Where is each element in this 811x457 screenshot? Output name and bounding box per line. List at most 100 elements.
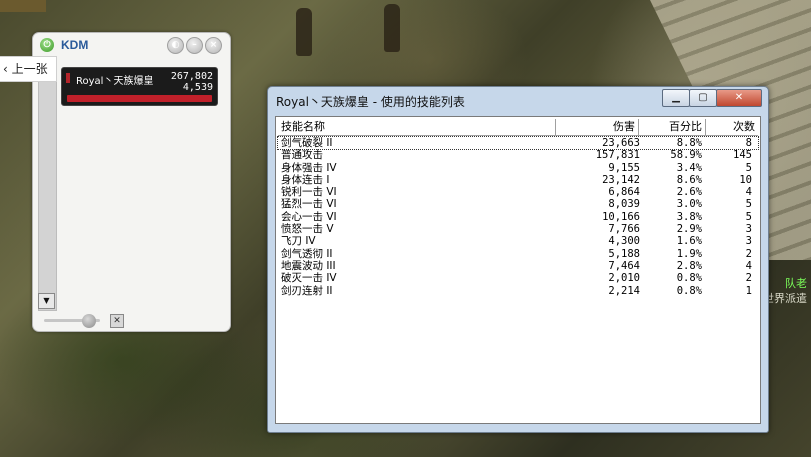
skill-name: 破灭一击 IV: [281, 272, 337, 285]
skill-percent: 2.9%: [676, 223, 702, 236]
table-row[interactable]: 会心一击 VI 10,166 3.8% 5: [278, 211, 758, 223]
skill-name: 身体连击 I: [281, 173, 330, 186]
skill-count: 1: [745, 284, 752, 297]
skill-name: 剑刃连射 II: [281, 284, 333, 297]
table-row[interactable]: 身体强击 IV 9,155 3.4% 5: [278, 162, 758, 174]
background-chat-line: 队老: [785, 277, 807, 290]
table-row[interactable]: 锐利一击 VI 6,864 2.6% 4: [278, 186, 758, 198]
skill-count: 5: [745, 210, 752, 223]
kdm-title: KDM: [61, 38, 89, 52]
prev-image-label: 上一张: [11, 62, 48, 76]
kdm-panel: ⏻ KDM ◐ – × ▼ Royal丶天族爆皇 267,802 4,539 ✕: [32, 32, 231, 332]
player-total-damage: 267,802: [170, 71, 213, 82]
skill-name: 身体强击 IV: [281, 161, 337, 174]
skill-damage: 6,864: [608, 186, 640, 199]
skill-count: 145: [733, 149, 752, 162]
table-row[interactable]: 剑气破裂 II 23,663 8.8% 8: [277, 135, 759, 151]
skill-percent: 8.8%: [676, 137, 702, 149]
skill-damage: 9,155: [608, 161, 640, 174]
skill-list-window: Royal丶天族爆皇 - 使用的技能列表 ▁ ▢ ✕ 技能名称 伤害 百分比 次…: [267, 86, 769, 433]
skill-name: 锐利一击 VI: [281, 186, 337, 199]
skill-count: 2: [745, 247, 752, 260]
skill-percent: 2.8%: [676, 259, 702, 272]
table-row[interactable]: 剑气透彻 II 5,188 1.9% 2: [278, 248, 758, 260]
kdm-close-button[interactable]: ×: [205, 37, 222, 54]
skill-table: 技能名称 伤害 百分比 次数 剑气破裂 II 23,663 8.8% 8 普通攻击 157…: [275, 116, 761, 424]
damage-bar: [67, 95, 212, 102]
skill-damage: 2,010: [608, 272, 640, 285]
table-row[interactable]: 愤怒一击 V 7,766 2.9% 3: [278, 223, 758, 235]
skill-damage: 2,214: [608, 284, 640, 297]
skill-percent: 3.4%: [676, 161, 702, 174]
skill-name: 猛烈一击 VI: [281, 198, 337, 211]
table-row[interactable]: 猛烈一击 VI 8,039 3.0% 5: [278, 198, 758, 210]
skill-damage: 5,188: [608, 247, 640, 260]
table-row[interactable]: 破灭一击 IV 2,010 0.8% 2: [278, 272, 758, 284]
player-marker: [66, 73, 70, 83]
minimize-button[interactable]: ▁: [662, 89, 690, 107]
kdm-settings-button[interactable]: ◐: [167, 37, 184, 54]
player-dps: 4,539: [182, 82, 213, 93]
opacity-slider-knob[interactable]: [82, 314, 96, 328]
skill-percent: 3.0%: [676, 198, 702, 211]
skill-percent: 3.8%: [676, 210, 702, 223]
skill-damage: 7,464: [608, 259, 640, 272]
chevron-left-icon: ‹: [3, 62, 8, 76]
player-damage-card[interactable]: Royal丶天族爆皇 267,802 4,539: [61, 67, 218, 106]
player-name: Royal丶天族爆皇: [76, 76, 154, 87]
scroll-down-icon[interactable]: ▼: [38, 293, 55, 309]
table-row[interactable]: 剑刃连射 II 2,214 0.8% 1: [278, 285, 758, 297]
skill-name: 剑气透彻 II: [281, 247, 333, 260]
table-row[interactable]: 飞刀 IV 4,300 1.6% 3: [278, 235, 758, 247]
close-button[interactable]: ✕: [716, 89, 762, 107]
background-chat-line: 世界派遣: [763, 292, 807, 305]
skill-percent: 2.6%: [676, 186, 702, 199]
skill-damage: 7,766: [608, 223, 640, 236]
background-character: [384, 4, 400, 52]
prev-image-button[interactable]: ‹ 上一张: [0, 56, 57, 82]
skill-damage: 23,663: [602, 137, 640, 149]
skill-count: 5: [745, 198, 752, 211]
skill-name: 飞刀 IV: [281, 235, 316, 248]
skill-count: 10: [739, 173, 752, 186]
window-title: Royal丶天族爆皇 - 使用的技能列表: [276, 95, 465, 109]
table-row[interactable]: 地震波动 III 7,464 2.8% 4: [278, 260, 758, 272]
kdm-reset-button[interactable]: ✕: [110, 314, 124, 328]
power-icon[interactable]: ⏻: [40, 38, 54, 52]
skill-count: 3: [745, 223, 752, 236]
skill-damage: 157,831: [595, 149, 640, 162]
skill-percent: 1.9%: [676, 247, 702, 260]
skill-name: 会心一击 VI: [281, 210, 337, 223]
skill-name: 愤怒一击 V: [281, 223, 334, 236]
skill-percent: 0.8%: [676, 284, 702, 297]
kdm-minimize-button[interactable]: –: [186, 37, 203, 54]
skill-damage: 4,300: [608, 235, 640, 248]
skill-damage: 10,166: [602, 210, 640, 223]
skill-count: 3: [745, 235, 752, 248]
column-header-count[interactable]: 次数: [706, 119, 758, 135]
skill-damage: 8,039: [608, 198, 640, 211]
skill-name: 剑气破裂 II: [281, 137, 333, 149]
column-header-percent[interactable]: 百分比: [639, 119, 706, 135]
skill-count: 8: [745, 137, 752, 149]
skill-percent: 58.9%: [670, 149, 702, 162]
table-row[interactable]: 身体连击 I 23,142 8.6% 10: [278, 174, 758, 186]
background-character: [296, 8, 312, 56]
skill-percent: 1.6%: [676, 235, 702, 248]
skill-percent: 0.8%: [676, 272, 702, 285]
table-row[interactable]: 普通攻击 157,831 58.9% 145: [278, 149, 758, 161]
skill-count: 4: [745, 186, 752, 199]
skill-name: 普通攻击: [281, 149, 323, 162]
table-header: 技能名称 伤害 百分比 次数: [278, 119, 758, 136]
skill-count: 2: [745, 272, 752, 285]
column-header-skill[interactable]: 技能名称: [278, 119, 556, 135]
skill-percent: 8.6%: [676, 173, 702, 186]
column-header-damage[interactable]: 伤害: [556, 119, 639, 135]
skill-count: 4: [745, 259, 752, 272]
skill-damage: 23,142: [602, 173, 640, 186]
corner-icons: [0, 0, 46, 12]
skill-count: 5: [745, 161, 752, 174]
table-body: 剑气破裂 II 23,663 8.8% 8 普通攻击 157,831 58.9% 145 身体强…: [277, 135, 759, 297]
maximize-button[interactable]: ▢: [689, 89, 717, 107]
kdm-scrollbar[interactable]: [38, 63, 57, 311]
